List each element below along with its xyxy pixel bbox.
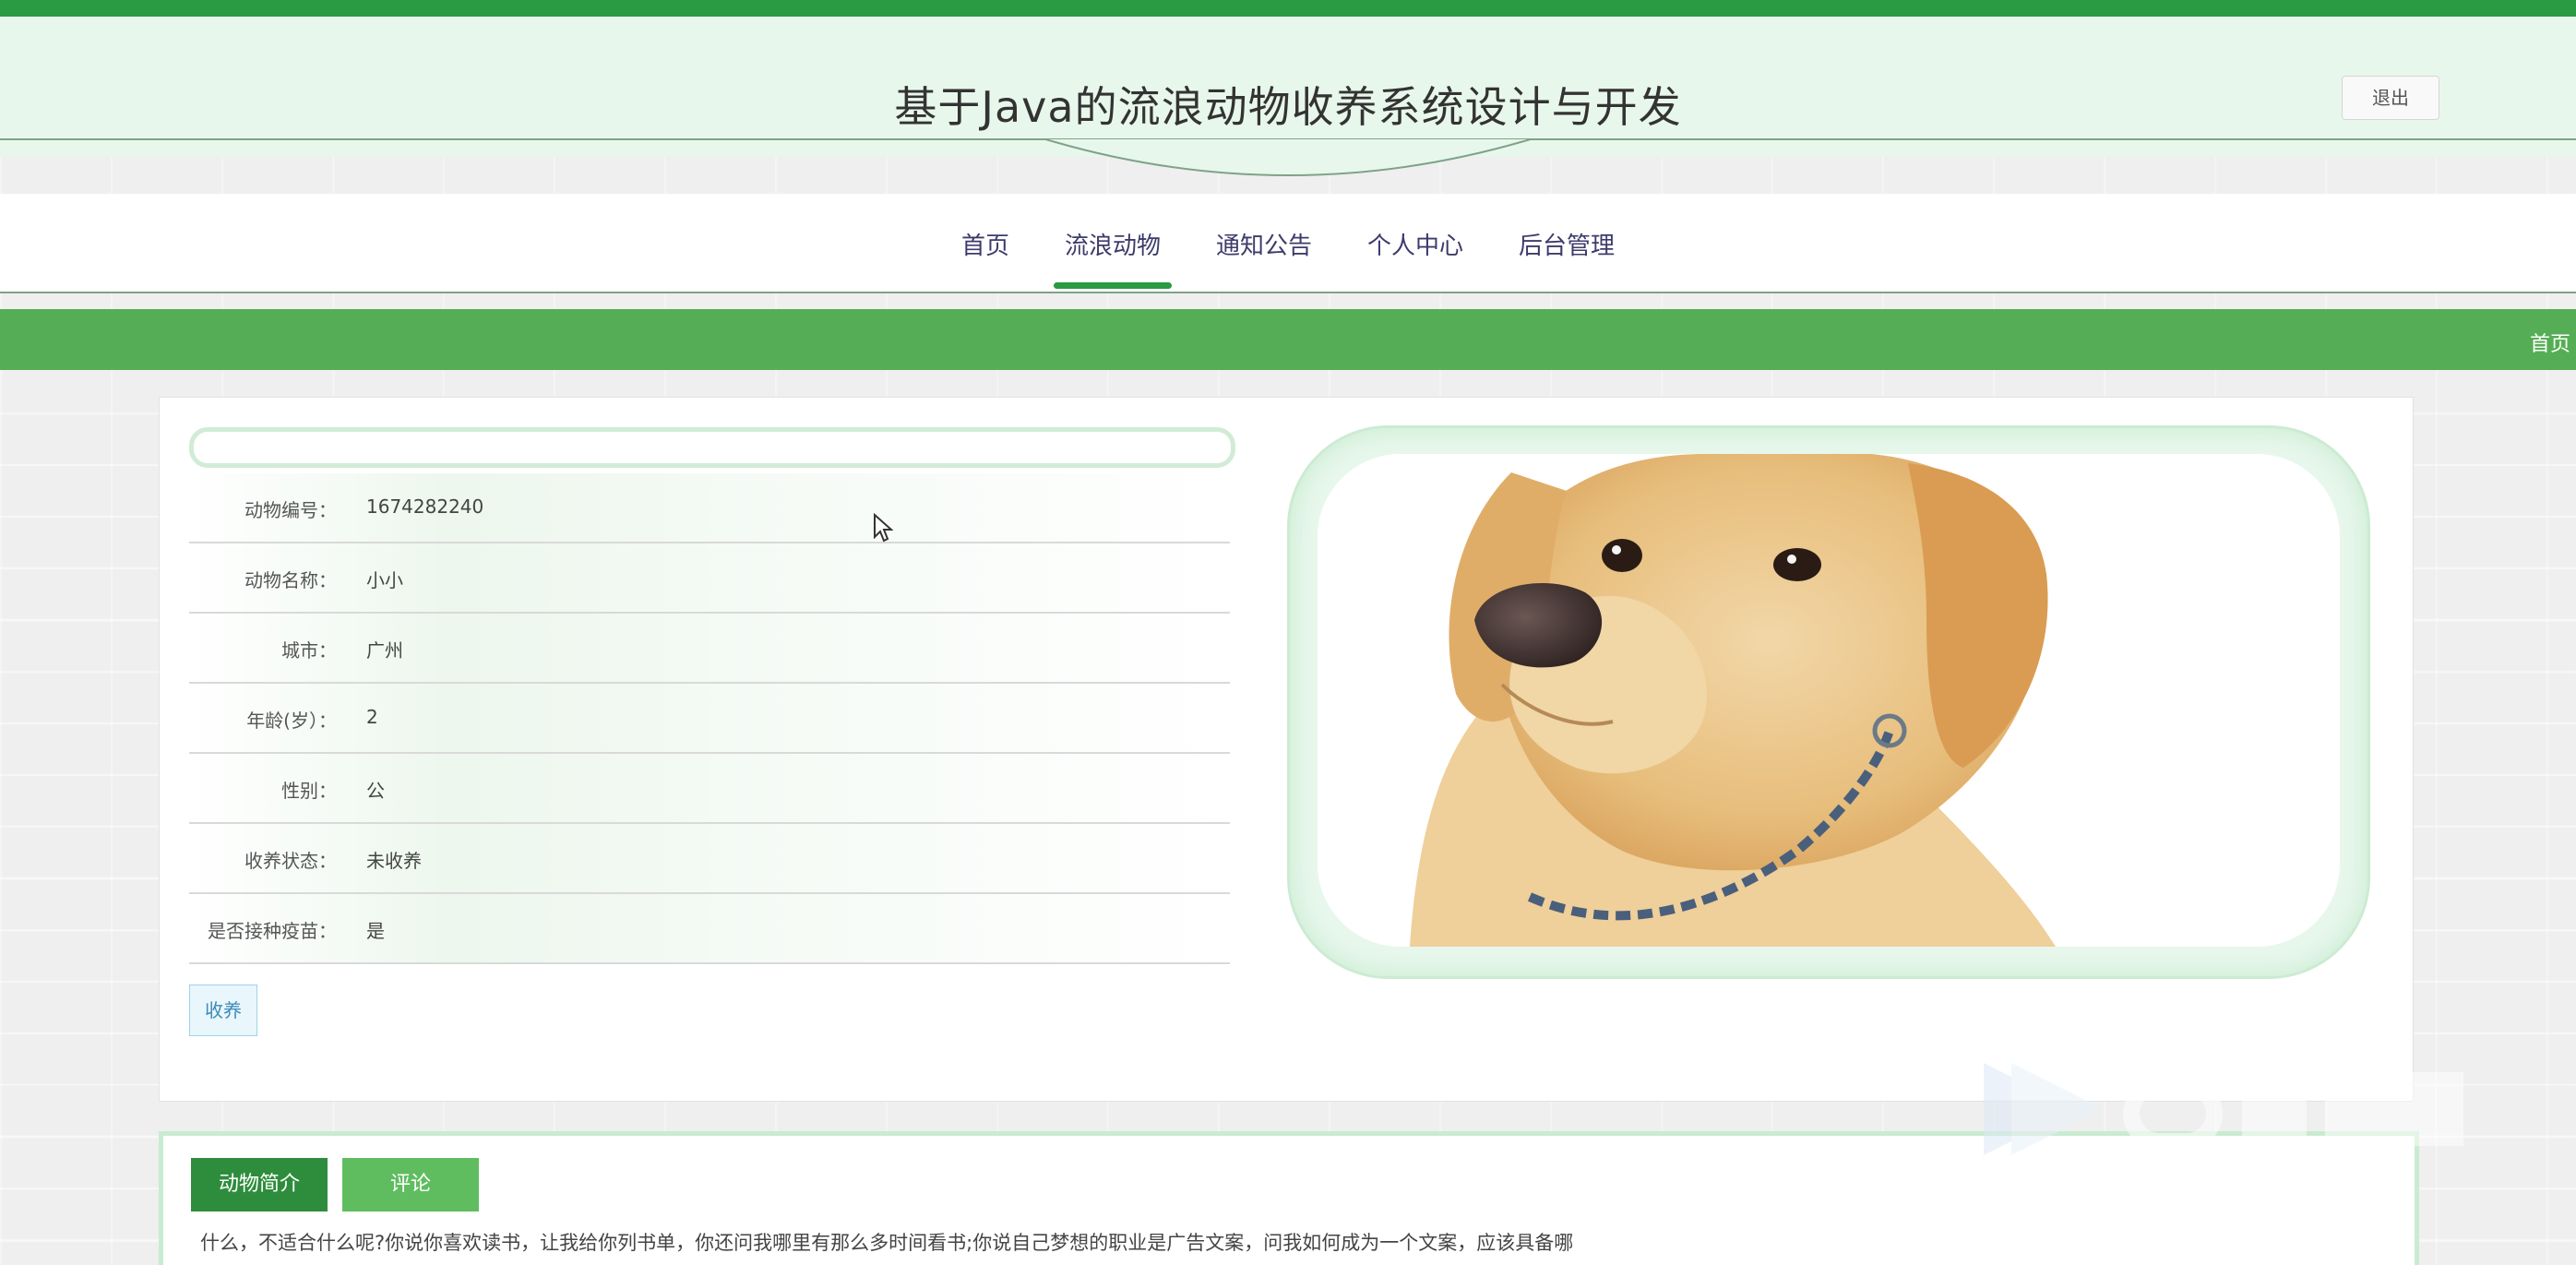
field-value: 2	[366, 706, 378, 728]
field-value: 未收养	[366, 850, 422, 872]
site-header: 基于Java的流浪动物收养系统设计与开发 退出	[0, 17, 2576, 157]
field-label: 城市：	[281, 639, 337, 662]
top-strip	[0, 0, 2576, 17]
site-title: 基于Java的流浪动物收养系统设计与开发	[894, 82, 1682, 132]
field-row-id: 动物编号： 1674282240	[189, 473, 1230, 543]
field-row-gender: 性别： 公	[189, 754, 1230, 824]
watermark-logo-icon	[1984, 1063, 2463, 1155]
mouse-cursor-icon	[874, 513, 893, 543]
field-value: 1674282240	[366, 495, 484, 518]
field-value: 广州	[366, 639, 403, 662]
field-value: 公	[366, 780, 385, 802]
animal-intro-text: 什么，不适合什么呢?你说你喜欢读书，让我给你列书单，你还问我哪里有那么多时间看书…	[200, 1232, 1574, 1254]
field-label: 动物编号：	[244, 499, 337, 521]
field-row-city: 城市： 广州	[189, 614, 1230, 684]
field-label: 是否接种疫苗：	[208, 920, 337, 942]
field-row-vaccinated: 是否接种疫苗： 是	[189, 894, 1230, 964]
breadcrumb-home[interactable]: 首页	[2530, 328, 2570, 357]
nav-item-notices[interactable]: 通知公告	[1188, 227, 1340, 261]
field-label: 动物名称：	[244, 569, 337, 591]
logout-button[interactable]: 退出	[2342, 76, 2439, 120]
field-value: 是	[366, 920, 385, 942]
field-label: 收养状态：	[244, 850, 337, 872]
nav-item-admin[interactable]: 后台管理	[1491, 227, 1642, 261]
field-label: 年龄(岁）：	[246, 710, 337, 732]
tab-animal-intro[interactable]: 动物简介	[191, 1158, 328, 1211]
field-label: 性别：	[281, 780, 337, 802]
animal-detail-panel: 动物编号： 1674282240 动物名称： 小小 城市： 广州 年龄(岁）： …	[159, 397, 2414, 1102]
field-value: 小小	[366, 569, 403, 591]
animal-image-frame	[1287, 425, 2370, 979]
header-curve	[0, 138, 2576, 176]
dog-photo	[1318, 454, 2340, 947]
field-row-adoption-status: 收养状态： 未收养	[189, 824, 1230, 894]
breadcrumb-bar: 首页	[0, 309, 2576, 370]
field-row-age: 年龄(岁）： 2	[189, 684, 1230, 754]
nav-item-personal-center[interactable]: 个人中心	[1340, 227, 1491, 261]
tab-comments[interactable]: 评论	[342, 1158, 479, 1211]
main-nav: 首页 流浪动物 通知公告 个人中心 后台管理	[0, 194, 2576, 293]
nav-item-home[interactable]: 首页	[934, 227, 1037, 261]
field-row-name: 动物名称： 小小	[189, 543, 1230, 614]
nav-item-stray-animals[interactable]: 流浪动物	[1037, 227, 1188, 289]
animal-title-box	[189, 427, 1235, 468]
adopt-button[interactable]: 收养	[189, 985, 257, 1036]
